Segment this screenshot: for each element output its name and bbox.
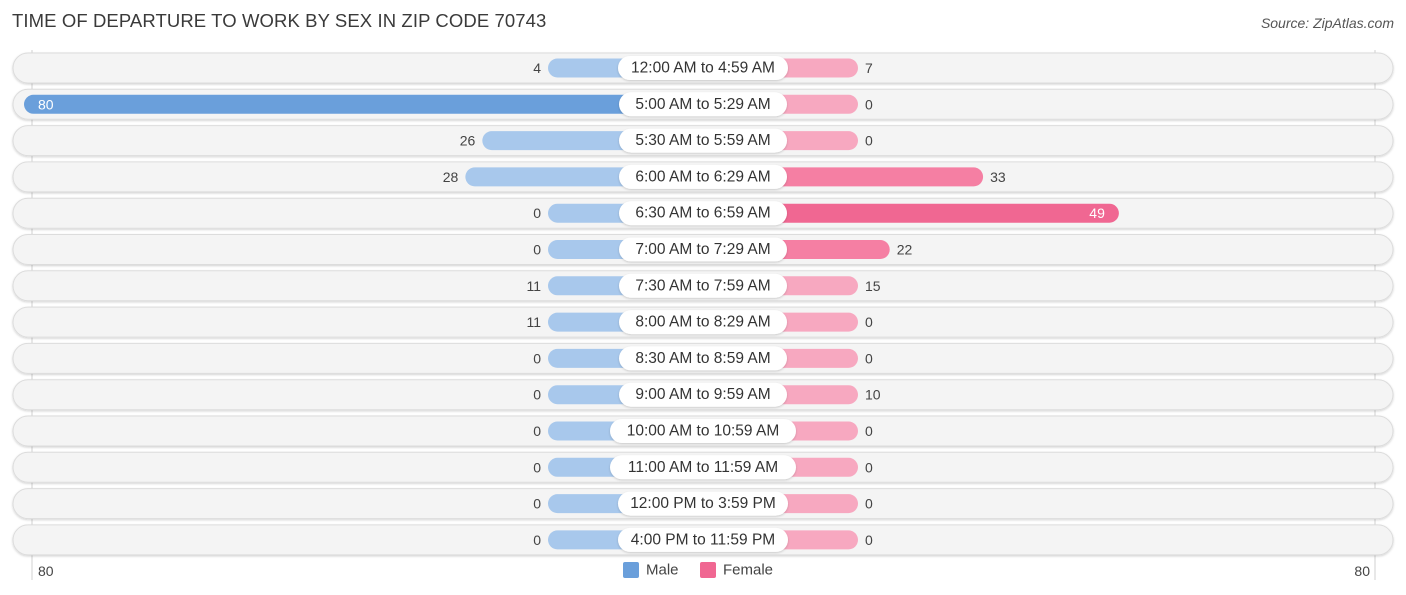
category-label: 8:30 AM to 8:59 AM	[635, 350, 770, 367]
category-label: 10:00 AM to 10:59 AM	[627, 423, 780, 440]
value-label-female: 0	[865, 350, 873, 366]
row-8: 8:30 AM to 8:59 AM 0 0	[12, 342, 1394, 374]
value-label-male: 80	[38, 96, 54, 112]
value-label-female: 0	[865, 459, 873, 475]
value-label-female: 10	[865, 387, 881, 403]
row-7: 8:00 AM to 8:29 AM 11 0	[12, 306, 1394, 338]
value-label-female: 49	[1089, 205, 1105, 221]
value-label-female: 22	[897, 242, 913, 258]
category-label: 5:30 AM to 5:59 AM	[635, 132, 770, 149]
row-2: 5:30 AM to 5:59 AM 26 0	[12, 125, 1394, 157]
category-label: 7:30 AM to 7:59 AM	[635, 277, 770, 294]
value-label-male: 0	[533, 242, 541, 258]
bar-male	[24, 94, 703, 114]
value-label-female: 0	[865, 96, 873, 112]
value-label-male: 4	[533, 60, 541, 76]
row-11: 11:00 AM to 11:59 AM 0 0	[12, 451, 1394, 483]
value-label-male: 0	[533, 423, 541, 439]
row-6: 7:30 AM to 7:59 AM 11 15	[12, 270, 1394, 302]
row-3: 6:00 AM to 6:29 AM 28 33	[12, 161, 1394, 193]
row-10: 10:00 AM to 10:59 AM 0 0	[12, 415, 1394, 447]
axis-tick-right: 80	[1354, 563, 1370, 579]
row-13: 4:00 PM to 11:59 PM 0 0	[12, 524, 1394, 556]
value-label-male: 0	[533, 459, 541, 475]
value-label-male: 11	[526, 278, 541, 294]
category-label: 12:00 PM to 3:59 PM	[630, 495, 776, 512]
legend-label-female: Female	[723, 562, 773, 579]
category-label: 8:00 AM to 8:29 AM	[635, 314, 770, 331]
value-label-male: 11	[526, 314, 541, 330]
value-label-male: 26	[460, 133, 476, 149]
chart-canvas: 12:00 AM to 4:59 AM 4 7 5:00 AM to 5:29 AM 8…	[12, 50, 1394, 580]
category-label: 9:00 AM to 9:59 AM	[635, 386, 770, 403]
value-label-female: 7	[865, 60, 873, 76]
category-label: 5:00 AM to 5:29 AM	[635, 96, 770, 113]
value-label-female: 0	[865, 314, 873, 330]
legend-swatch-male	[623, 562, 639, 578]
value-label-male: 0	[533, 205, 541, 221]
row-12: 12:00 PM to 3:59 PM 0 0	[12, 488, 1394, 520]
category-label: 6:30 AM to 6:59 AM	[635, 205, 770, 222]
row-5: 7:00 AM to 7:29 AM 0 22	[12, 234, 1394, 265]
category-label: 7:00 AM to 7:29 AM	[635, 241, 770, 258]
value-label-male: 28	[443, 169, 459, 185]
legend-swatch-female	[700, 562, 716, 578]
value-label-male: 0	[533, 532, 541, 548]
value-label-male: 0	[533, 496, 541, 512]
row-1: 5:00 AM to 5:29 AM 80 0	[12, 88, 1394, 120]
value-label-male: 0	[533, 350, 541, 366]
axis-tick-left: 80	[38, 563, 54, 579]
value-label-female: 0	[865, 133, 873, 149]
value-label-female: 0	[865, 532, 873, 548]
value-label-female: 0	[865, 496, 873, 512]
value-label-female: 33	[990, 169, 1006, 185]
legend-label-male: Male	[646, 562, 679, 579]
category-label: 12:00 AM to 4:59 AM	[631, 60, 775, 77]
legend: Male Female	[623, 562, 773, 579]
value-label-male: 0	[533, 387, 541, 403]
value-label-female: 0	[865, 423, 873, 439]
value-label-female: 15	[865, 278, 881, 294]
row-4: 6:30 AM to 6:59 AM 0 49	[12, 197, 1394, 229]
category-label: 11:00 AM to 11:59 AM	[628, 459, 778, 476]
row-0: 12:00 AM to 4:59 AM 4 7	[12, 52, 1394, 84]
category-label: 4:00 PM to 11:59 PM	[631, 531, 775, 548]
category-label: 6:00 AM to 6:29 AM	[635, 168, 770, 185]
row-9: 9:00 AM to 9:59 AM 0 10	[12, 379, 1394, 411]
